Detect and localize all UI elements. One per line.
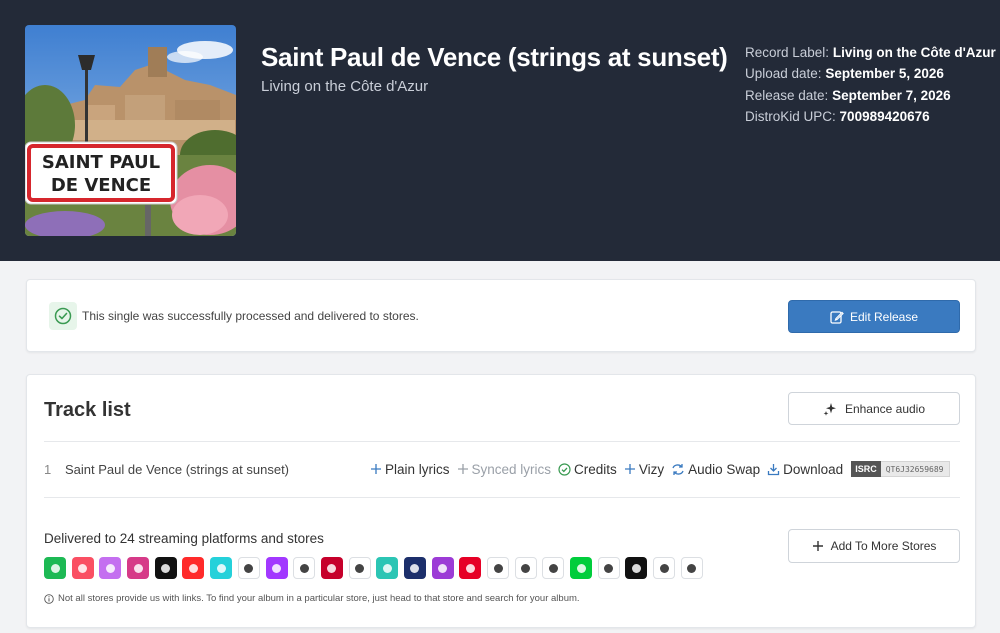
apple-music-icon[interactable] [71, 557, 94, 579]
tracklist-title: Track list [44, 399, 131, 421]
meta-value: Living on the Côte d'Azur [832, 45, 996, 60]
deezer-icon[interactable] [265, 557, 288, 579]
meta-upc: DistroKid UPC: 700989420676 [745, 106, 996, 127]
isrc-badge[interactable]: ISRC QT6J32659689 [851, 461, 950, 477]
audiomack-icon[interactable] [625, 557, 648, 579]
tencent-icon[interactable] [487, 557, 509, 579]
itunes-icon[interactable] [99, 557, 122, 579]
tiktok-icon[interactable] [154, 557, 177, 579]
meta-value: 700989420676 [839, 108, 930, 124]
synced-lyrics-label: Synced lyrics [471, 461, 552, 477]
kkbox-icon[interactable] [542, 557, 565, 579]
download-action[interactable]: Download [767, 462, 843, 477]
isrc-code: QT6J32659689 [880, 461, 950, 477]
synced-lyrics-action[interactable]: Synced lyrics [457, 461, 552, 477]
meta-label: Release date: [745, 87, 829, 103]
tidal-icon[interactable] [293, 557, 316, 579]
meta-label: Upload date: [745, 66, 822, 82]
release-artist: Living on the Côte d'Azur [261, 78, 429, 95]
info-icon [44, 593, 54, 604]
iheartradio-icon[interactable] [320, 557, 343, 579]
edit-release-label: Edit Release [849, 309, 919, 324]
enhance-audio-label: Enhance audio [844, 401, 926, 416]
divider [44, 441, 960, 442]
audio-swap-label: Audio Swap [688, 461, 761, 477]
netease-icon[interactable] [459, 557, 482, 579]
mmusic-icon[interactable] [680, 557, 703, 579]
plus-icon [624, 464, 635, 474]
stores-note: Not all stores provide us with links. To… [44, 593, 580, 604]
meta-value: September 5, 2026 [825, 66, 944, 82]
flo-icon[interactable] [653, 557, 676, 579]
plain-lyrics-label: Plain lyrics [385, 461, 450, 477]
anghami-icon[interactable] [431, 557, 454, 579]
youtube-music-icon[interactable] [182, 557, 205, 579]
plus-icon [371, 464, 381, 474]
swap-icon [672, 463, 684, 475]
check-circle-icon [49, 302, 77, 330]
isrc-label: ISRC [851, 461, 881, 477]
album-cover: SAINT PAUL DE VENCE [25, 25, 236, 236]
meta-release-date: Release date: September 7, 2026 [745, 85, 996, 106]
plain-lyrics-action[interactable]: Plain lyrics [370, 462, 450, 477]
meta-value: September 7, 2026 [832, 87, 951, 103]
meta-record-label: Record Label: Living on the Côte d'Azur [745, 42, 996, 63]
tracklist-card: Track list Enhance audio 1 Saint Paul de… [26, 374, 976, 628]
vizy-label: Vizy [638, 461, 665, 477]
yandex-icon[interactable] [514, 557, 537, 579]
download-label: Download [783, 461, 844, 477]
cover-sign-line-2: DE VENCE [51, 175, 151, 196]
divider [44, 497, 960, 498]
melon-icon[interactable] [570, 557, 593, 579]
track-actions: Plain lyrics Synced lyrics Credits Vizy … [370, 461, 950, 477]
cover-sign-line-1: SAINT PAUL [42, 152, 160, 173]
plus-icon [457, 464, 468, 474]
enhance-audio-button[interactable]: Enhance audio [788, 392, 960, 425]
meta-upload-date: Upload date: September 5, 2026 [745, 63, 996, 84]
stores-note-text: Not all stores provide us with links. To… [58, 593, 580, 604]
download-icon [767, 463, 780, 475]
check-circle-icon [558, 462, 571, 476]
credits-action[interactable]: Credits [558, 462, 617, 477]
add-stores-label: Add To More Stores [830, 539, 937, 553]
edit-icon [830, 310, 844, 324]
track-name: Saint Paul de Vence (strings at sunset) [65, 462, 290, 477]
audio-swap-action[interactable]: Audio Swap [671, 462, 760, 477]
meta-label: Record Label: [745, 45, 830, 60]
spotify-icon[interactable] [44, 557, 66, 579]
release-meta: Record Label: Living on the Côte d'Azur … [745, 42, 996, 127]
track-number: 1 [44, 462, 52, 477]
release-header: SAINT PAUL DE VENCE Saint Paul de Vence … [0, 0, 1000, 261]
add-stores-button[interactable]: Add To More Stores [788, 529, 960, 563]
vizy-action[interactable]: Vizy [624, 462, 664, 477]
joox-icon[interactable] [597, 557, 620, 579]
qobuz-icon[interactable] [348, 557, 371, 579]
credits-label: Credits [574, 461, 617, 477]
sparkle-icon [823, 402, 836, 416]
status-message: This single was successfully processed a… [82, 309, 419, 323]
jiosaavn-icon[interactable] [376, 557, 399, 579]
amazon-music-icon[interactable] [210, 557, 233, 579]
album-cover-image: SAINT PAUL DE VENCE [25, 25, 236, 236]
plus-icon [812, 541, 823, 551]
release-title: Saint Paul de Vence (strings at sunset) [261, 42, 728, 72]
instagram-icon[interactable] [127, 557, 150, 579]
boomplay-icon[interactable] [403, 557, 426, 579]
store-icons [44, 557, 703, 579]
edit-release-button[interactable]: Edit Release [788, 300, 960, 333]
delivered-count: Delivered to 24 streaming platforms and … [44, 531, 324, 546]
status-card: This single was successfully processed a… [26, 279, 976, 352]
meta-label: DistroKid UPC: [745, 108, 836, 124]
pandora-icon[interactable] [237, 557, 260, 579]
